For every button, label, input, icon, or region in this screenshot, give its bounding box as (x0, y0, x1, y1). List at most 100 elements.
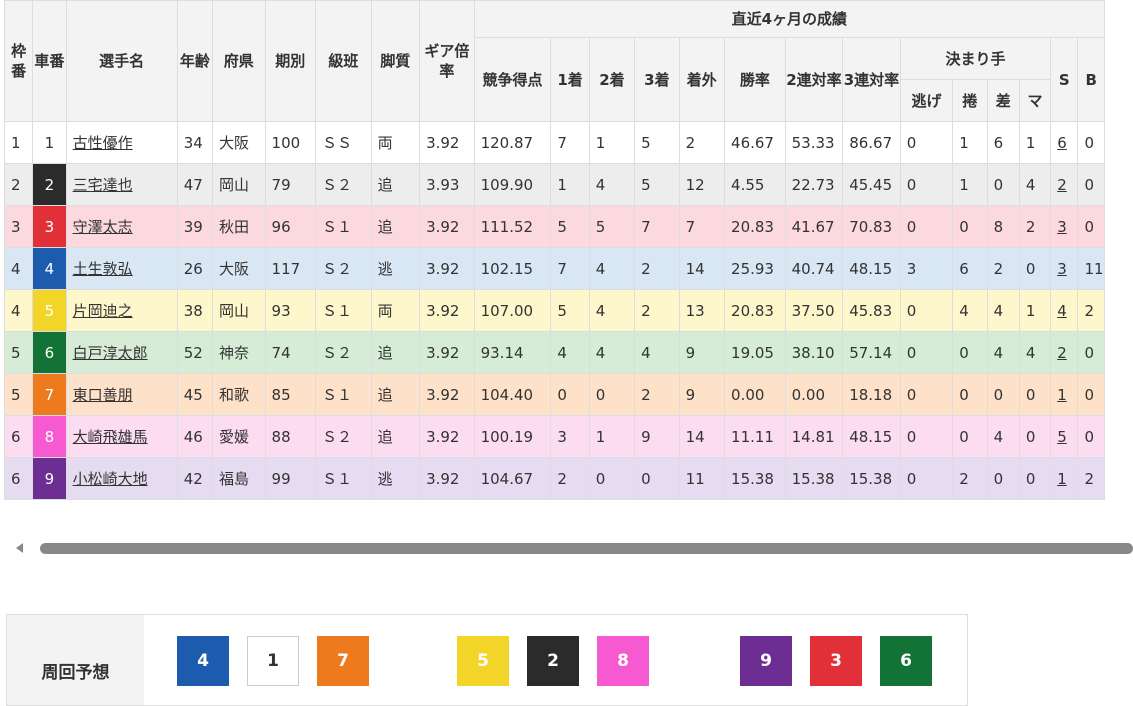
prediction-box: 6 (880, 636, 932, 686)
cell-k2: 2 (952, 457, 988, 500)
cell-c2: 4 (588, 289, 636, 332)
cell-k3: 6 (986, 121, 1020, 164)
table-row: 5 7 東口善朋 45 和歌 85 Ｓ１ 追 3.92 104.40 0 0 2 9 0.00 0.00 18.… (4, 373, 1105, 416)
cell-c2: 1 (588, 415, 636, 458)
entry-table-scroller[interactable]: 枠番 車番 選手名 年齢 府県 期別 級班 脚質 ギア倍率 直近4ヶ月の成績 競… (4, 0, 1133, 510)
cell-c3: 2 (634, 289, 680, 332)
start-count-link[interactable]: 4 (1057, 302, 1067, 320)
cell-q: 37.50 (784, 289, 844, 332)
cell-b: 0 (1077, 331, 1105, 374)
cell-pref: 大阪 (212, 121, 266, 164)
cell-c3: 2 (634, 373, 680, 416)
scroll-left-arrow-icon[interactable] (16, 543, 23, 553)
start-count-link[interactable]: 2 (1057, 176, 1067, 194)
cell-t: 45.45 (842, 163, 901, 206)
start-count-link[interactable]: 3 (1057, 218, 1067, 236)
start-count-link[interactable]: 1 (1057, 470, 1067, 488)
cell-out: 14 (678, 247, 726, 290)
cell-class: Ｓ１ (315, 289, 372, 332)
car-number-badge: 1 (44, 133, 55, 152)
prediction-box: 9 (740, 636, 792, 686)
header-first: 1着 (550, 37, 590, 122)
cell-out: 12 (678, 163, 726, 206)
cell-class: Ｓ１ (315, 373, 372, 416)
table-row: 5 6 白戸淳太郎 52 神奈 74 Ｓ２ 追 3.92 93.14 4 4 4 9 19.05 38.10 5… (4, 331, 1105, 374)
table-row: 1 1 古性優作 34 大阪 100 ＳＳ 両 3.92 120.87 7 1 5 2 46.67 53.33… (4, 121, 1105, 164)
cell-gear: 3.92 (419, 121, 475, 164)
cell-pref: 岡山 (212, 163, 266, 206)
cell-pref: 和歌 (212, 373, 266, 416)
cell-c3: 7 (634, 205, 680, 248)
cell-c1: 3 (550, 415, 590, 458)
cell-waku: 1 (4, 121, 34, 164)
table-row: 4 5 片岡迪之 38 岡山 93 Ｓ１ 両 3.92 107.00 5 4 2 13 20.83 37.50… (4, 289, 1105, 332)
racer-name-link[interactable]: 小松崎大地 (73, 470, 148, 488)
cell-k4: 0 (1018, 457, 1052, 500)
cell-waku: 6 (4, 415, 34, 458)
cell-q: 15.38 (784, 457, 844, 500)
cell-leg: 逃 (370, 247, 421, 290)
cell-waku: 5 (4, 331, 34, 374)
racer-name-link[interactable]: 守澤太志 (73, 218, 133, 236)
racer-name-link[interactable]: 片岡迪之 (73, 302, 133, 320)
cell-b: 0 (1077, 163, 1105, 206)
cell-class: Ｓ２ (315, 247, 372, 290)
start-count-link[interactable]: 2 (1057, 344, 1067, 362)
cell-k4: 2 (1018, 205, 1052, 248)
cell-class: Ｓ２ (315, 331, 372, 374)
racer-name-link[interactable]: 三宅達也 (73, 176, 133, 194)
cell-name: 土生敦弘 (65, 247, 178, 290)
cell-waku: 6 (4, 457, 34, 500)
cell-s: 1 (1050, 373, 1079, 416)
table-row: 6 9 小松崎大地 42 福島 99 Ｓ１ 逃 3.92 104.67 2 0 0 11 15.38 15.3… (4, 457, 1105, 500)
cell-win: 4.55 (724, 163, 786, 206)
header-third: 3着 (634, 37, 680, 122)
prediction-box: 8 (597, 636, 649, 686)
cell-out: 14 (678, 415, 726, 458)
horizontal-scrollbar[interactable] (6, 541, 1133, 555)
racer-name-link[interactable]: 大崎飛雄馬 (73, 428, 148, 446)
table-row: 6 8 大崎飛雄馬 46 愛媛 88 Ｓ２ 追 3.92 100.19 3 1 9 14 11.11 14.8… (4, 415, 1105, 458)
cell-score: 109.90 (473, 163, 552, 206)
cell-s: 1 (1050, 457, 1079, 500)
prediction-box: 3 (810, 636, 862, 686)
cell-age: 45 (176, 373, 214, 416)
cell-pref: 大阪 (212, 247, 266, 290)
cell-sha: 8 (32, 415, 67, 458)
cell-win: 20.83 (724, 289, 786, 332)
cell-t: 48.15 (842, 247, 901, 290)
racer-name-link[interactable]: 東口善朋 (73, 386, 133, 404)
prediction-box: 5 (457, 636, 509, 686)
cell-k1: 0 (899, 415, 954, 458)
cell-pref: 福島 (212, 457, 266, 500)
start-count-link[interactable]: 1 (1057, 386, 1067, 404)
cell-c1: 2 (550, 457, 590, 500)
scrollbar-thumb[interactable] (40, 543, 1133, 554)
header-second: 2着 (588, 37, 636, 122)
start-count-link[interactable]: 6 (1057, 134, 1067, 152)
cell-age: 52 (176, 331, 214, 374)
cell-k1: 3 (899, 247, 954, 290)
cell-out: 2 (678, 121, 726, 164)
cell-class: Ｓ２ (315, 163, 372, 206)
cell-age: 38 (176, 289, 214, 332)
start-count-link[interactable]: 5 (1057, 428, 1067, 446)
cell-k4: 1 (1018, 289, 1052, 332)
cell-class: Ｓ２ (315, 415, 372, 458)
cell-out: 7 (678, 205, 726, 248)
cell-term: 85 (264, 373, 317, 416)
cell-q: 53.33 (784, 121, 844, 164)
prediction-box: 1 (247, 636, 299, 686)
cell-out: 11 (678, 457, 726, 500)
racer-name-link[interactable]: 古性優作 (73, 134, 133, 152)
cell-sha: 4 (32, 247, 67, 290)
racer-name-link[interactable]: 土生敦弘 (73, 260, 133, 278)
cell-b: 11 (1077, 247, 1105, 290)
cell-win: 15.38 (724, 457, 786, 500)
start-count-link[interactable]: 3 (1057, 260, 1067, 278)
cell-k2: 0 (952, 415, 988, 458)
cell-t: 18.18 (842, 373, 901, 416)
cell-waku: 2 (4, 163, 34, 206)
racer-name-link[interactable]: 白戸淳太郎 (73, 344, 148, 362)
cell-age: 46 (176, 415, 214, 458)
